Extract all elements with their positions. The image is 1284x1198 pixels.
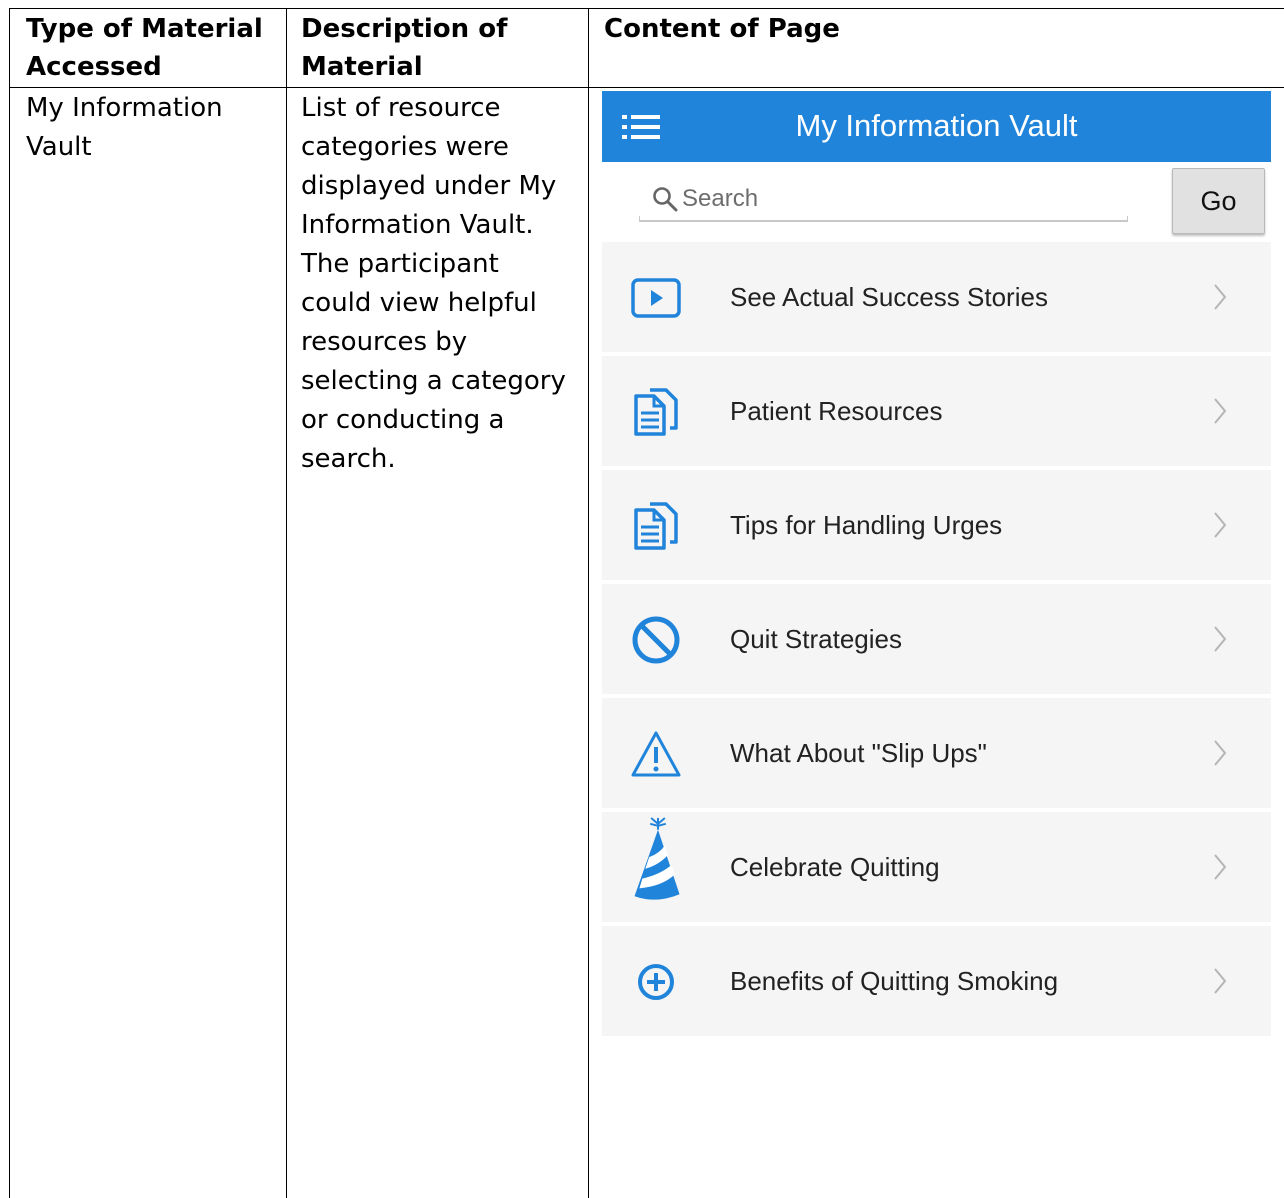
cell-line: could view helpful [301, 288, 537, 318]
header-type-of-material: Type of Material Accessed [26, 10, 263, 86]
table-col-divider-1 [286, 8, 287, 1198]
app-header-bar: My Information Vault [602, 91, 1271, 162]
header-line: Description of [301, 14, 508, 44]
search-bar: Go [602, 162, 1271, 240]
chevron-right-icon [1214, 398, 1227, 424]
cell-line: displayed under My [301, 171, 557, 201]
chevron-right-icon [1214, 284, 1227, 310]
chevron-right-icon [1214, 512, 1227, 538]
list-item-label: Celebrate Quitting [730, 852, 940, 882]
documents-icon [634, 388, 678, 436]
table-top-border [9, 8, 1284, 9]
list-item-patient-resources[interactable]: Patient Resources [602, 356, 1271, 466]
list-item-quit-strategies[interactable]: Quit Strategies [602, 584, 1271, 694]
header-line: Content of Page [604, 14, 840, 44]
search-icon [653, 187, 678, 212]
list-item-label: Quit Strategies [730, 624, 902, 654]
cell-line: Vault [26, 132, 92, 162]
search-underline [639, 216, 1128, 222]
header-line: Material [301, 52, 423, 82]
cell-description: List of resource categories were display… [301, 89, 566, 479]
documents-icon [634, 502, 678, 550]
cell-line: search. [301, 444, 396, 474]
cell-line: The participant [301, 249, 499, 279]
prohibited-icon [632, 616, 680, 664]
chevron-right-icon [1214, 968, 1227, 994]
cell-line: Information Vault. [301, 210, 534, 240]
header-line: Type of Material [26, 14, 263, 44]
plus-circle-icon [638, 964, 674, 1000]
chevron-right-icon [1214, 740, 1227, 766]
app-title: My Information Vault [602, 105, 1271, 147]
table-left-border [9, 8, 10, 1198]
go-button[interactable]: Go [1172, 168, 1265, 234]
list-item-benefits-of-quitting[interactable]: Benefits of Quitting Smoking [602, 926, 1271, 1036]
header-description: Description of Material [301, 10, 507, 86]
cell-line: List of resource [301, 93, 501, 123]
list-item-celebrate-quitting[interactable]: Celebrate Quitting [602, 812, 1271, 922]
cell-line: or conducting a [301, 405, 505, 435]
document-table: Type of Material Accessed Description of… [0, 0, 1284, 1198]
header-content-of-page: Content of Page [604, 10, 840, 48]
chevron-right-icon [1214, 626, 1227, 652]
app-screenshot: My Information Vault Go See Actual Succe… [602, 91, 1272, 1041]
chevron-right-icon [1214, 854, 1227, 880]
list-item-label: Tips for Handling Urges [730, 510, 1003, 540]
table-col-divider-2 [588, 8, 589, 1198]
app-title-text: My Information Vault [795, 108, 1078, 143]
list-item-label: Benefits of Quitting Smoking [730, 966, 1059, 996]
list-item-slip-ups[interactable]: What About "Slip Ups" [602, 698, 1271, 808]
list-item-success-stories[interactable]: See Actual Success Stories [602, 242, 1271, 352]
party-hat-icon [634, 817, 680, 900]
cell-line: categories were [301, 132, 509, 162]
play-video-icon [631, 278, 681, 318]
table-header-divider [9, 87, 1284, 88]
category-list: See Actual Success Stories Patient Resou… [602, 242, 1271, 1040]
cell-line: selecting a category [301, 366, 566, 396]
list-item-label: See Actual Success Stories [730, 282, 1048, 312]
cell-line: My Information [26, 93, 223, 123]
list-item-label: What About "Slip Ups" [730, 738, 987, 768]
cell-type-of-material: My Information Vault [26, 89, 223, 167]
list-item-label: Patient Resources [730, 396, 943, 426]
warning-icon [631, 731, 681, 777]
list-item-handling-urges[interactable]: Tips for Handling Urges [602, 470, 1271, 580]
search-input[interactable] [682, 182, 1102, 216]
cell-line: resources by [301, 327, 468, 357]
header-line: Accessed [26, 52, 162, 82]
